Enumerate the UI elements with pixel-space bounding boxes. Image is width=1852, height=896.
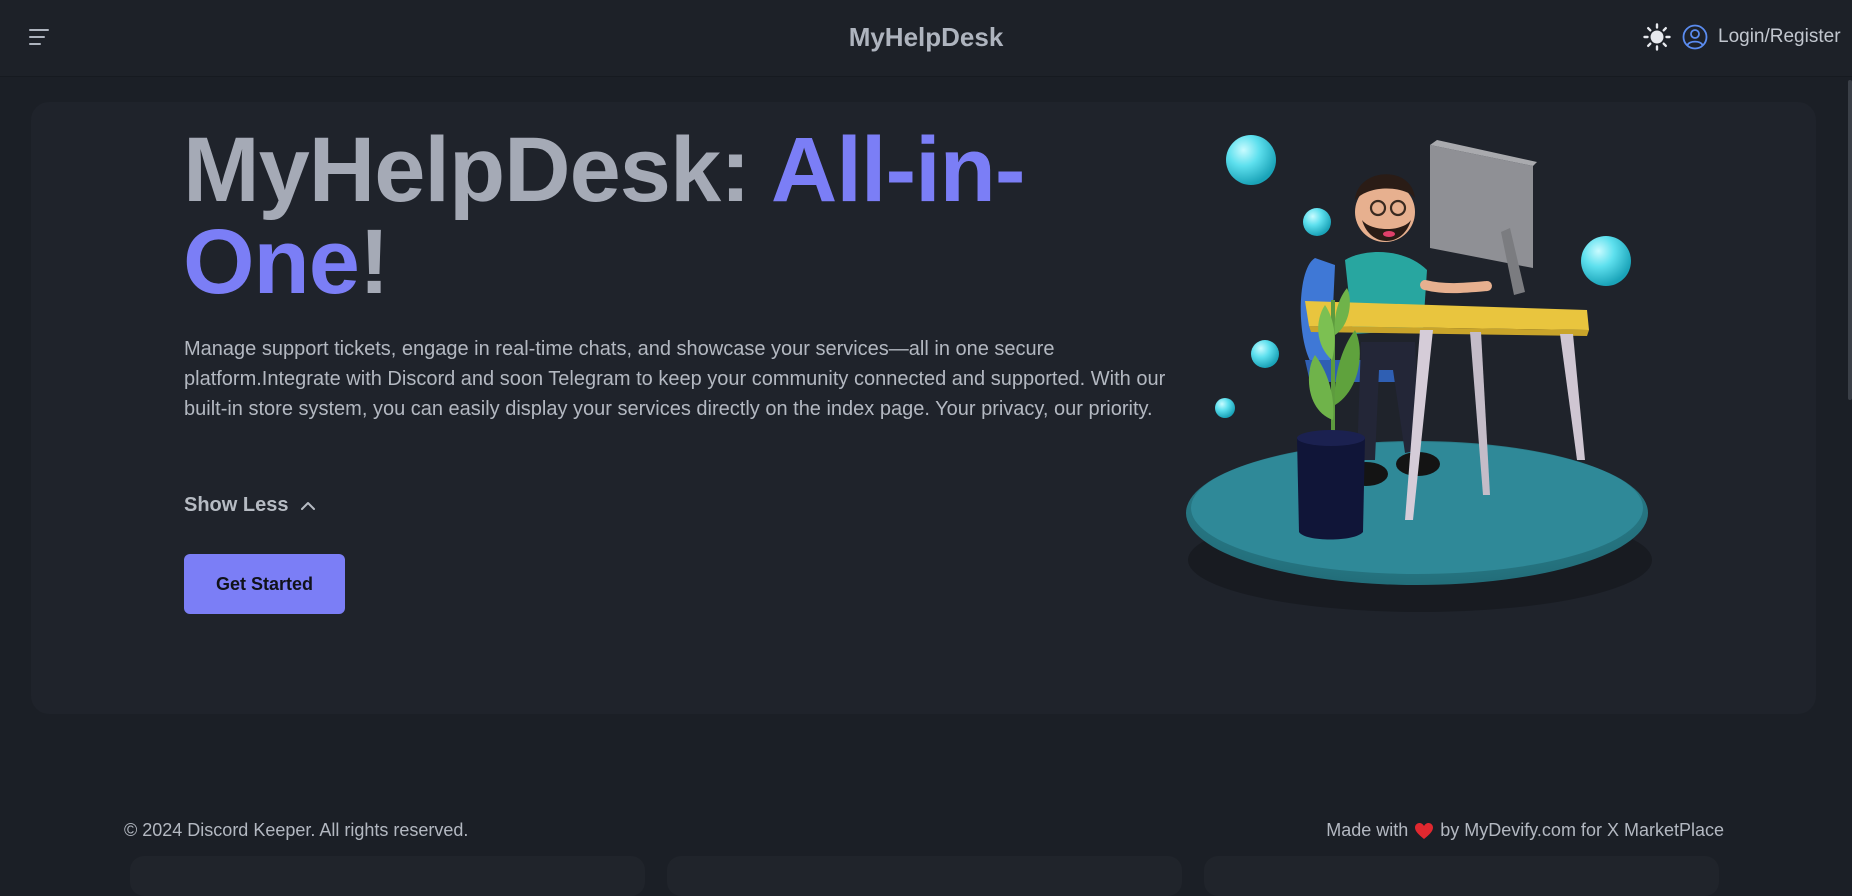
login-register-label: Login/Register xyxy=(1718,26,1841,47)
chevron-up-icon xyxy=(301,501,316,510)
sun-icon[interactable] xyxy=(1643,23,1671,51)
hero-title: MyHelpDesk: All-in- One! xyxy=(183,124,1123,308)
made-with-label: Made with xyxy=(1326,820,1409,840)
footer-credits: Made with by MyDevify.com for X MarketPl… xyxy=(1326,820,1724,841)
hero-title-accent-2: One xyxy=(183,211,360,313)
developer-at-desk-illustration xyxy=(1186,135,1652,612)
show-less-toggle[interactable]: Show Less xyxy=(184,494,316,517)
page-scrollbar[interactable] xyxy=(1848,80,1852,400)
footer-card-2 xyxy=(667,856,1182,896)
show-less-label: Show Less xyxy=(184,494,289,516)
top-navbar: MyHelpDesk Login/Register xyxy=(0,0,1852,77)
hero-title-accent-1: All-in- xyxy=(770,119,1026,221)
hero-description: Manage support tickets, engage in real-t… xyxy=(184,338,1166,420)
hero-title-main: MyHelpDesk: xyxy=(183,119,771,221)
get-started-button[interactable]: Get Started xyxy=(184,554,345,614)
hero-title-end: ! xyxy=(358,211,390,313)
footer-card-3 xyxy=(1204,856,1719,896)
heart-icon xyxy=(1415,822,1434,839)
user-circle-icon xyxy=(1682,24,1708,50)
footer-copyright: © 2024 Discord Keeper. All rights reserv… xyxy=(124,820,469,840)
footer-card-1 xyxy=(130,856,645,896)
mydevify-link[interactable]: by MyDevify.com for X MarketPlace xyxy=(1440,820,1724,841)
site-brand-title[interactable]: MyHelpDesk xyxy=(0,22,1852,53)
login-register-link[interactable]: Login/Register xyxy=(1682,22,1841,52)
